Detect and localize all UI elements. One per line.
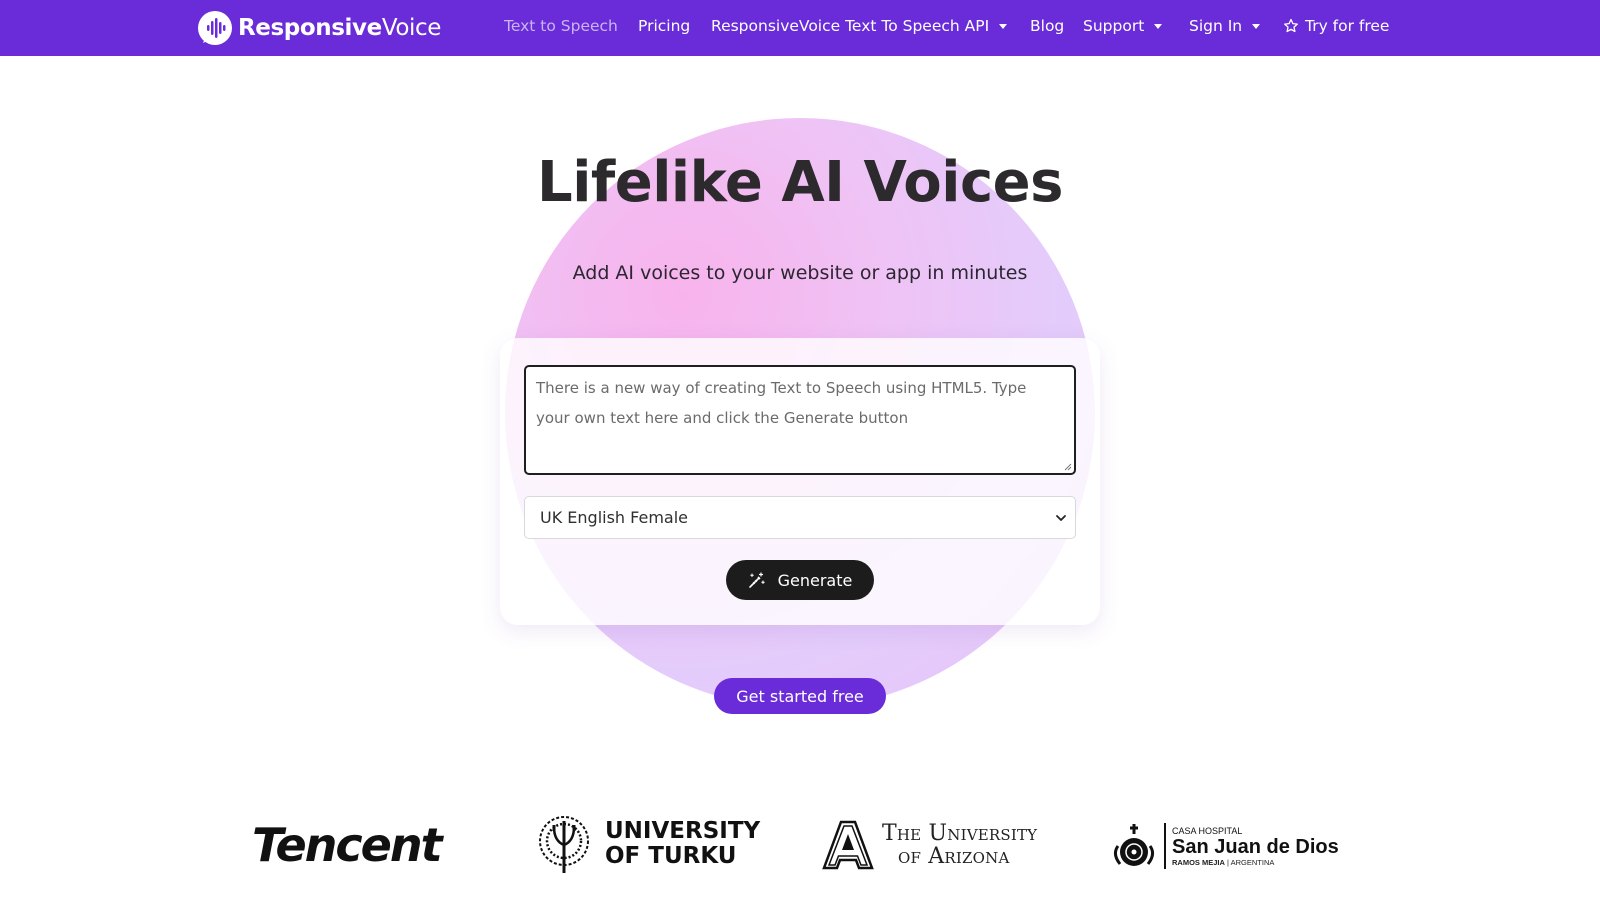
tencent-wordmark: Tencent: [252, 818, 443, 872]
caret-down-icon: [1252, 23, 1261, 29]
nav-label: Try for free: [1305, 17, 1390, 35]
turku-crest-icon: [539, 816, 589, 873]
nav-label: Support: [1083, 17, 1145, 35]
logo-wordmark: ResponsiveVoice: [238, 15, 442, 41]
nav-support-dropdown[interactable]: Support: [1083, 17, 1163, 35]
get-started-free-button[interactable]: Get started free: [714, 678, 886, 714]
voice-select-value: UK English Female: [540, 508, 688, 527]
nav-signin-dropdown[interactable]: Sign In: [1189, 17, 1261, 35]
nav-label: Sign In: [1189, 17, 1243, 35]
divider: [1164, 823, 1166, 869]
nav-api-dropdown[interactable]: ResponsiveVoice Text To Speech API: [711, 17, 1008, 35]
tts-text-input[interactable]: There is a new way of creating Text to S…: [524, 365, 1076, 475]
hero-title: Lifelike AI Voices: [537, 150, 1063, 215]
responsivevoice-logo[interactable]: ResponsiveVoice: [198, 11, 441, 45]
university-of-turku-logo: UNIVERSITY OF TURKU: [537, 813, 760, 875]
speech-bubble-wave-icon: [198, 11, 232, 45]
turku-line-1: UNIVERSITY: [605, 818, 761, 844]
tencent-logo: Tencent: [252, 818, 443, 872]
sanjuan-location-bold: RAMOS MEJIA: [1172, 857, 1225, 867]
cta-label: Get started free: [736, 686, 864, 706]
sanjuan-location-country: | ARGENTINA: [1227, 857, 1275, 867]
arizona-line-1: The University: [882, 821, 1038, 846]
star-icon: [1284, 18, 1298, 33]
nav-label: Text to Speech: [504, 17, 618, 35]
magic-wand-icon: [748, 572, 765, 588]
generate-button[interactable]: Generate: [726, 560, 874, 600]
sanjuan-main-line: San Juan de Dios: [1172, 835, 1339, 858]
nav-label: Blog: [1030, 17, 1065, 35]
nav-pricing[interactable]: Pricing: [638, 17, 690, 35]
hero-subtitle: Add AI voices to your website or app in …: [572, 262, 1028, 284]
caret-down-icon: [1154, 23, 1163, 29]
nav-label: ResponsiveVoice Text To Speech API: [711, 17, 990, 35]
arizona-line-2: of Arizona: [898, 844, 1010, 869]
sanjuan-location-line: RAMOS MEJIA | ARGENTINA: [1172, 858, 1339, 867]
sanjuan-top-line: CASA HOSPITAL: [1172, 825, 1243, 836]
arizona-a-icon: [822, 820, 874, 870]
nav-text-to-speech[interactable]: Text to Speech: [504, 17, 618, 35]
nav-blog[interactable]: Blog: [1030, 17, 1064, 35]
san-juan-de-dios-logo: CASA HOSPITAL San Juan de Dios RAMOS MEJ…: [1110, 822, 1339, 870]
voice-select[interactable]: UK English Female: [524, 496, 1076, 539]
university-of-arizona-logo: The University of Arizona: [822, 820, 1037, 870]
tts-demo-card: There is a new way of creating Text to S…: [500, 338, 1100, 625]
nav-try-for-free[interactable]: Try for free: [1283, 17, 1389, 35]
generate-label: Generate: [777, 570, 853, 590]
nav-label: Pricing: [638, 17, 691, 35]
resize-grip-icon[interactable]: [1064, 463, 1072, 471]
pomegranate-cross-icon: [1113, 824, 1155, 866]
tts-text-value: There is a new way of creating Text to S…: [536, 379, 1027, 427]
turku-line-2: OF TURKU: [605, 843, 737, 869]
top-navbar: ResponsiveVoice Text to Speech Pricing R…: [0, 0, 1600, 56]
chevron-down-icon: [1056, 515, 1066, 521]
caret-down-icon: [999, 23, 1008, 29]
